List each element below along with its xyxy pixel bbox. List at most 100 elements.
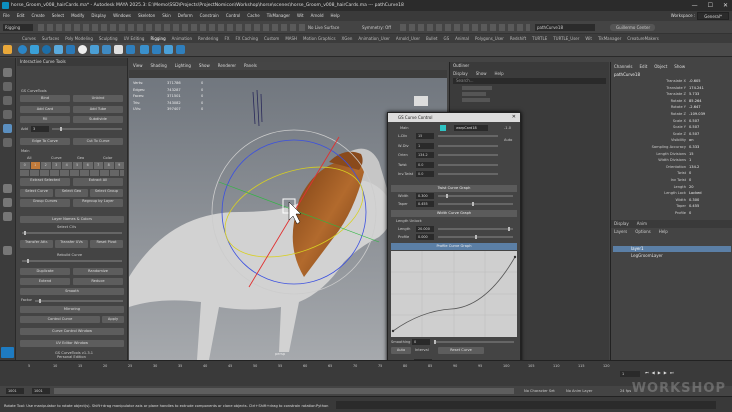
step-forward-icon[interactable]: ▶: [664, 370, 667, 378]
outliner-item[interactable]: [462, 98, 490, 102]
go-start-icon[interactable]: ⏮: [645, 370, 649, 378]
twist-graph-header[interactable]: Twist Curve Graph: [391, 185, 517, 192]
width-slider[interactable]: [438, 194, 513, 198]
tab-motion-graphics[interactable]: Motion Graphics: [303, 34, 336, 43]
menu-control[interactable]: Control: [226, 11, 240, 21]
range-slider-bar[interactable]: [54, 388, 514, 394]
go-end-icon[interactable]: ⏭: [670, 370, 674, 378]
regroup-by-layer-button[interactable]: Regroup by Layer: [73, 199, 123, 207]
dialog-row-field[interactable]: 15: [416, 133, 434, 139]
reduce-button[interactable]: Reduce: [73, 278, 123, 285]
rotate-tool-icon[interactable]: [3, 124, 12, 133]
channel-row[interactable]: Length Lock Locked: [611, 190, 732, 197]
maximize-button[interactable]: ☐: [708, 0, 713, 11]
dialog-row-field[interactable]: 0.0: [416, 161, 434, 168]
uv-tool-icon[interactable]: [114, 45, 123, 54]
layer-row-1[interactable]: layer1: [613, 246, 731, 252]
current-frame-field[interactable]: 1: [620, 371, 640, 377]
smoothing-field[interactable]: 0: [412, 339, 430, 345]
channel-value[interactable]: 1: [689, 157, 725, 164]
tab-uv-editing[interactable]: UV Editing: [124, 34, 145, 43]
curve-control-window-button[interactable]: Curve Control Window: [20, 328, 124, 335]
range-start-field[interactable]: 1001: [32, 388, 50, 394]
unbind-button[interactable]: Unbind: [73, 95, 123, 102]
channel-row[interactable]: Scale Z 0.507: [611, 131, 732, 138]
command-input[interactable]: [336, 401, 716, 409]
start-frame-field[interactable]: 1001: [6, 388, 24, 394]
paint-tool-icon[interactable]: [3, 96, 12, 105]
transfer-attr-button[interactable]: Transfer Attr.: [20, 240, 53, 248]
user-account[interactable]: Guillermo Center: [610, 24, 655, 31]
viewport-menu-lighting[interactable]: Lighting: [175, 62, 191, 70]
tab-creaturemakers[interactable]: CreatureMakers: [627, 34, 659, 43]
view-cube-icon[interactable]: [414, 96, 428, 106]
layer-number-button[interactable]: 5: [72, 162, 82, 169]
layer-number-button[interactable]: 9: [114, 162, 124, 169]
combine-tool-icon[interactable]: [152, 45, 161, 54]
layer-row-2[interactable]: LegGroomLayer: [613, 253, 731, 259]
fps-label[interactable]: 24 fps: [620, 389, 631, 393]
menu-skin[interactable]: Skin: [162, 11, 171, 21]
channel-menu-channels[interactable]: Channels: [614, 62, 633, 71]
channel-value[interactable]: 174.241: [689, 85, 725, 92]
channel-value[interactable]: 0.455: [689, 203, 725, 210]
menu-modify[interactable]: Modify: [71, 11, 84, 21]
viewport-menu-view[interactable]: View: [133, 62, 143, 70]
channel-row[interactable]: Sampling Accuracy 0.333: [611, 144, 732, 151]
layer-number-button[interactable]: 3: [51, 162, 61, 169]
outliner-menu-help[interactable]: Help: [495, 70, 504, 77]
layer-number-row-2[interactable]: [20, 170, 124, 176]
tab-redshift[interactable]: Redshift: [510, 34, 526, 43]
dialog-row-slider[interactable]: [438, 154, 498, 156]
dialog-row-slider[interactable]: [438, 163, 498, 166]
rebuild-slider[interactable]: [22, 259, 122, 263]
viewport-menu-renderer[interactable]: Renderer: [218, 62, 236, 70]
channel-row[interactable]: Translate X -0.605: [611, 78, 732, 85]
extend-button[interactable]: Extend: [20, 278, 70, 285]
layer-header-all[interactable]: All: [27, 156, 31, 160]
cylinder-tool-icon[interactable]: [42, 45, 51, 54]
select-curve-button[interactable]: Select Curve: [20, 189, 53, 197]
delete-tool-icon[interactable]: [126, 45, 135, 54]
search-icon[interactable]: [3, 246, 12, 255]
channel-value[interactable]: -2.647: [689, 104, 725, 111]
anim-layer-label[interactable]: No Anim Layer: [566, 389, 592, 393]
tab-turtle[interactable]: TURTLE: [532, 34, 547, 43]
menu-constrain[interactable]: Constrain: [200, 11, 219, 21]
menu-arnold[interactable]: Arnold: [311, 11, 324, 21]
channel-row[interactable]: Rotate Z -109.039: [611, 111, 732, 118]
channel-row[interactable]: Scale Y 0.507: [611, 124, 732, 131]
width-graph-header[interactable]: Width Curve Graph: [391, 210, 517, 217]
mode-dropdown[interactable]: Rigging: [3, 24, 33, 31]
channel-value[interactable]: 0.300: [689, 197, 725, 204]
tab-custom[interactable]: Custom: [264, 34, 279, 43]
channel-value[interactable]: 0: [689, 177, 725, 184]
tab-curves[interactable]: Curves: [22, 34, 36, 43]
layer-header-curve[interactable]: Curve: [51, 156, 62, 160]
channel-value[interactable]: 0: [689, 170, 725, 177]
tab-fx[interactable]: FX: [224, 34, 229, 43]
live-surface-label[interactable]: No Live Surface: [308, 25, 339, 31]
auto-label[interactable]: Auto: [504, 138, 512, 142]
shelf-gear-icon[interactable]: [3, 45, 12, 54]
layer-names-button[interactable]: Layer Names & Colors: [20, 216, 124, 223]
channel-value[interactable]: 0.333: [689, 144, 725, 151]
lasso-tool-icon[interactable]: [3, 82, 12, 91]
channel-row[interactable]: Length Divisions 15: [611, 151, 732, 158]
minimize-button[interactable]: —: [692, 0, 698, 11]
channel-row[interactable]: Translate Y 174.241: [611, 85, 732, 92]
close-button[interactable]: ✕: [723, 0, 728, 11]
edge-to-curve-button[interactable]: Edge To Curve: [20, 138, 70, 145]
menu-display[interactable]: Display: [91, 11, 106, 21]
apply-button[interactable]: Apply: [102, 316, 124, 323]
dialog-row-field[interactable]: 0.0: [416, 171, 434, 177]
script-language[interactable]: Python: [316, 404, 328, 408]
channel-menu-object[interactable]: Object: [654, 62, 667, 71]
tab-sculpting[interactable]: Sculpting: [99, 34, 118, 43]
select-cvs-slider[interactable]: [22, 231, 122, 235]
viewport-menu-panels[interactable]: Panels: [244, 62, 257, 70]
channel-value[interactable]: Locked: [689, 190, 725, 197]
group-curves-button[interactable]: Group Curves: [20, 199, 70, 207]
tab-anim[interactable]: Anim: [637, 220, 647, 228]
extrude-tool-icon[interactable]: [90, 45, 99, 54]
